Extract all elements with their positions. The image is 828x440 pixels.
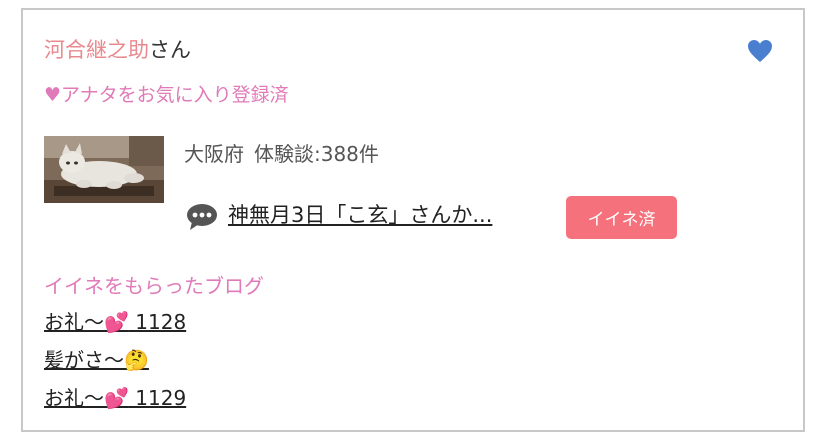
blog-number: 1128 xyxy=(128,310,187,334)
two-hearts-icon: 💕 xyxy=(104,310,129,334)
heart-icon xyxy=(748,40,772,62)
latest-post-link[interactable]: 神無月3日「こ玄」さんか... xyxy=(228,200,492,230)
thinking-face-icon: 🤔 xyxy=(124,348,149,372)
user-name[interactable]: 河合継之助 xyxy=(44,38,149,62)
blog-title: お礼〜 xyxy=(44,386,104,410)
speech-bubble-icon xyxy=(186,203,218,231)
two-hearts-icon: 💕 xyxy=(104,386,129,410)
liked-blogs-heading: イイネをもらったブログ xyxy=(44,274,264,298)
user-name-line: 河合継之助さん xyxy=(44,36,191,64)
liked-blog-link[interactable]: 髪がさ〜🤔 xyxy=(44,346,149,374)
cat-photo xyxy=(44,136,164,203)
liked-blog-link[interactable]: お礼〜💕 1128 xyxy=(44,308,186,336)
iine-done-button[interactable]: イイネ済 xyxy=(566,196,677,239)
liked-blog-link[interactable]: お礼〜💕 1129 xyxy=(44,384,186,412)
review-count: 体験談:388件 xyxy=(254,142,379,166)
prefecture: 大阪府 xyxy=(184,142,244,166)
favorite-status-text: ♥アナタをお気に入り登録済 xyxy=(44,84,289,106)
blog-number: 1129 xyxy=(128,386,187,410)
blog-title: お礼〜 xyxy=(44,310,104,334)
profile-thumbnail[interactable] xyxy=(44,136,164,203)
blog-title: 髪がさ〜 xyxy=(44,348,124,372)
profile-info: 大阪府 体験談:388件 xyxy=(184,140,379,168)
user-card: 河合継之助さん ♥アナタをお気に入り登録済 大阪府 体験談:388件 神無月3日… xyxy=(21,8,805,432)
favorite-heart-button[interactable] xyxy=(745,36,775,66)
user-honorific: さん xyxy=(149,38,191,62)
